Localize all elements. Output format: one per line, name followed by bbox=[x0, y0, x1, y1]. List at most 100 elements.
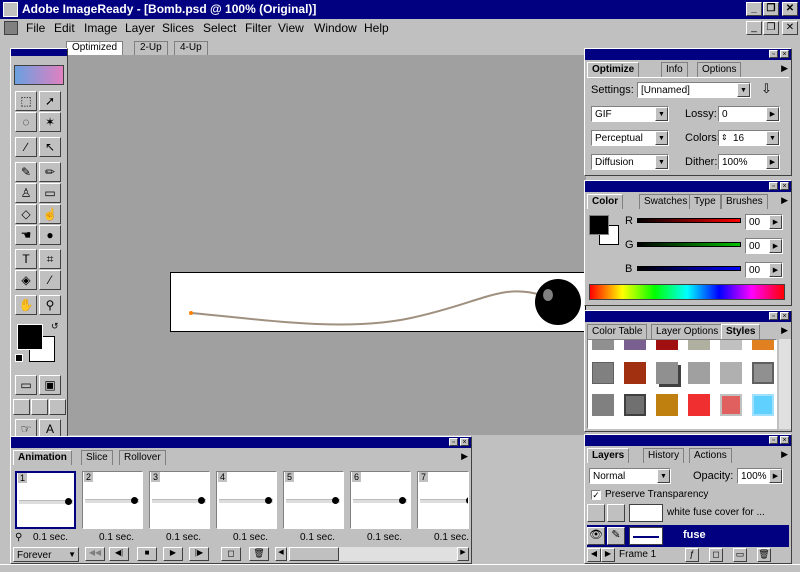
paint-bucket-icon[interactable]: ◈ bbox=[15, 270, 37, 290]
doc-restore-button[interactable]: ❐ bbox=[763, 21, 779, 35]
r-input[interactable]: 00 ▶ bbox=[745, 214, 783, 230]
menu-view[interactable]: View bbox=[278, 21, 304, 35]
frame-delay[interactable]: 0.1 sec. bbox=[33, 532, 68, 543]
swap-colors-icon[interactable]: ↺ bbox=[51, 321, 59, 332]
animation-panel-titlebar[interactable]: ▫ × bbox=[11, 437, 471, 448]
menu-edit[interactable]: Edit bbox=[54, 21, 75, 35]
animation-frame[interactable]: 6 bbox=[350, 471, 411, 529]
brush-icon[interactable]: ✎ bbox=[607, 527, 625, 545]
layer-row-selected[interactable]: 👁 ✎ fuse bbox=[587, 525, 789, 547]
optimize-minimize-button[interactable]: ▫ bbox=[769, 50, 778, 58]
animation-menu-arrow-icon[interactable]: ▶ bbox=[461, 451, 468, 462]
tab-slice[interactable]: Slice bbox=[81, 450, 113, 465]
settings-select[interactable]: [Unnamed] ▼ bbox=[637, 82, 751, 98]
tab-2-up[interactable]: 2-Up bbox=[134, 41, 168, 55]
document-canvas[interactable] bbox=[66, 55, 586, 435]
color-foreground-swatch[interactable] bbox=[589, 215, 609, 235]
frame-delay[interactable]: 0.1 sec. bbox=[434, 532, 472, 543]
document-icon[interactable] bbox=[4, 21, 18, 35]
color-menu-arrow-icon[interactable]: ▶ bbox=[781, 195, 788, 206]
trash-icon[interactable]: 🗑 bbox=[757, 548, 771, 562]
tab-type[interactable]: Type bbox=[689, 194, 721, 209]
styles-close-button[interactable]: × bbox=[780, 312, 789, 320]
style-swatch[interactable] bbox=[688, 394, 710, 416]
doc-minimize-button[interactable]: _ bbox=[746, 21, 762, 35]
menu-file[interactable]: File bbox=[26, 21, 45, 35]
paintbrush-icon[interactable]: ✎ bbox=[15, 162, 37, 182]
tab-options[interactable]: Options bbox=[697, 62, 742, 77]
magic-wand-icon[interactable]: ✶ bbox=[39, 112, 61, 132]
rubber-stamp-icon[interactable]: ♙ bbox=[15, 183, 37, 203]
animation-frame[interactable]: 5 bbox=[283, 471, 344, 529]
menu-window[interactable]: Window bbox=[314, 21, 357, 35]
style-swatch[interactable] bbox=[624, 362, 646, 384]
slice-select-icon[interactable]: ↖ bbox=[39, 137, 61, 157]
tab-layers[interactable]: Layers bbox=[587, 448, 630, 463]
new-frame-icon[interactable]: ◻ bbox=[221, 547, 241, 561]
slice-icon[interactable]: ∕ bbox=[15, 137, 37, 157]
style-swatch[interactable] bbox=[752, 340, 774, 350]
style-swatch[interactable] bbox=[624, 340, 646, 350]
style-swatch[interactable] bbox=[624, 394, 646, 416]
lossy-input[interactable]: 0 ▶ bbox=[718, 106, 780, 122]
animation-frame[interactable]: 7 bbox=[417, 471, 469, 529]
lasso-icon[interactable]: ◌ bbox=[15, 112, 37, 132]
layers-minimize-button[interactable]: ▫ bbox=[769, 436, 778, 444]
new-layer-icon[interactable]: ◻ bbox=[709, 548, 723, 562]
layers-close-button[interactable]: × bbox=[780, 436, 789, 444]
new-set-icon[interactable]: ▭ bbox=[733, 548, 747, 562]
frame-delay[interactable]: 0.1 sec. bbox=[99, 532, 134, 543]
scroll-right-icon[interactable]: ▶ bbox=[457, 547, 469, 561]
trash-icon[interactable]: 🗑 bbox=[249, 547, 269, 561]
first-frame-icon[interactable]: ◀◀ bbox=[85, 547, 105, 561]
frame-delay[interactable]: 0.1 sec. bbox=[166, 532, 201, 543]
g-slider[interactable] bbox=[637, 242, 741, 247]
tab-history[interactable]: History bbox=[643, 448, 685, 463]
color-minimize-button[interactable]: ▫ bbox=[769, 182, 778, 190]
scroll-thumb[interactable] bbox=[289, 547, 339, 561]
style-swatch[interactable] bbox=[656, 394, 678, 416]
doc-close-button[interactable]: ✕ bbox=[782, 21, 798, 35]
r-slider[interactable] bbox=[637, 218, 741, 223]
full-screen-icon[interactable]: ▣ bbox=[39, 375, 61, 395]
tab-color[interactable]: Color bbox=[587, 194, 624, 209]
tab-layer-options[interactable]: Layer Options bbox=[651, 324, 724, 339]
layers-menu-arrow-icon[interactable]: ▶ bbox=[781, 449, 788, 460]
style-swatch[interactable] bbox=[688, 362, 710, 384]
toolbox-titlebar[interactable] bbox=[11, 49, 67, 56]
animation-minimize-button[interactable]: ▫ bbox=[449, 438, 458, 446]
next-icon[interactable]: ▶ bbox=[601, 548, 615, 562]
optimize-menu-arrow-icon[interactable]: ▶ bbox=[781, 63, 788, 74]
styles-minimize-button[interactable]: ▫ bbox=[769, 312, 778, 320]
menu-select[interactable]: Select bbox=[203, 21, 236, 35]
style-swatch[interactable] bbox=[592, 340, 614, 350]
tab-4-up[interactable]: 4-Up bbox=[174, 41, 208, 55]
layers-panel-titlebar[interactable]: ▫ × bbox=[585, 435, 791, 446]
color-spectrum-bar[interactable] bbox=[589, 284, 785, 300]
eyedropper-icon[interactable]: ⁄ bbox=[39, 270, 61, 290]
menu-slices[interactable]: Slices bbox=[162, 21, 194, 35]
color-panel-titlebar[interactable]: ▫ × bbox=[585, 181, 791, 192]
loop-select[interactable]: Forever ▼ bbox=[13, 547, 79, 562]
frame-delay[interactable]: 0.1 sec. bbox=[300, 532, 335, 543]
frame-delay[interactable]: 0.1 sec. bbox=[367, 532, 402, 543]
b-input[interactable]: 00 ▶ bbox=[745, 262, 783, 278]
tab-brushes[interactable]: Brushes bbox=[721, 194, 768, 209]
dodge-icon[interactable]: ☚ bbox=[15, 225, 37, 245]
rollover-preview-icon[interactable] bbox=[49, 399, 66, 415]
prev-icon[interactable]: ◀ bbox=[587, 548, 601, 562]
prev-frame-icon[interactable]: ◀| bbox=[109, 547, 129, 561]
default-colors-icon[interactable] bbox=[15, 354, 23, 362]
tab-info[interactable]: Info bbox=[661, 62, 688, 77]
standard-screen-icon[interactable]: ▭ bbox=[15, 375, 37, 395]
stop-icon[interactable]: ■ bbox=[137, 547, 157, 561]
dither-input[interactable]: 100% ▶ bbox=[718, 154, 780, 170]
animation-scrollbar[interactable]: ◀ ▶ bbox=[275, 547, 469, 561]
restore-button[interactable]: ❐ bbox=[763, 2, 779, 16]
stepper-icon[interactable]: ⇕ bbox=[721, 131, 728, 144]
zoom-icon[interactable]: ⚲ bbox=[39, 295, 61, 315]
eye-icon[interactable]: 👁 bbox=[587, 527, 605, 545]
smudge-icon[interactable]: ☝ bbox=[39, 204, 61, 224]
tab-optimize[interactable]: Optimize bbox=[587, 62, 640, 77]
bomb-image[interactable] bbox=[170, 272, 586, 332]
